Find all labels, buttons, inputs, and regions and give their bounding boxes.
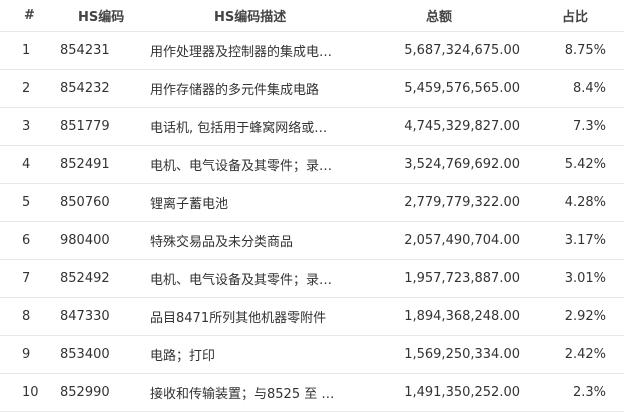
- table-row[interactable]: 7 852492 电机、电气设备及其零件；录… 1,957,723,887.00 3.0…: [0, 260, 624, 298]
- row-index: 8: [22, 309, 31, 324]
- row-hs-code: 850760: [60, 195, 110, 210]
- row-percentage: 2.3%: [572, 385, 606, 400]
- table-row[interactable]: 6 980400 特殊交易品及未分类商品 2,057,490,704.00 3.17%: [0, 222, 624, 260]
- row-percentage: 3.17%: [564, 233, 606, 248]
- row-hs-description: 用作存储器的多元件集成电路: [150, 83, 320, 98]
- header-percentage[interactable]: 占比: [520, 6, 606, 25]
- row-total: 1,491,350,252.00: [404, 385, 520, 400]
- row-hs-code: 852990: [60, 385, 110, 400]
- row-hs-code: 851779: [60, 119, 110, 134]
- row-total: 1,957,723,887.00: [404, 271, 520, 286]
- row-hs-description: 锂离子蓄电池: [150, 197, 229, 212]
- row-total: 4,745,329,827.00: [404, 119, 520, 134]
- row-index: 3: [22, 119, 31, 134]
- header-index[interactable]: #: [0, 8, 60, 23]
- table-row[interactable]: 5 850760 锂离子蓄电池 2,779,779,322.00 4.28%: [0, 184, 624, 222]
- row-hs-description: 电话机, 包括用于蜂窝网络或…: [150, 121, 328, 136]
- row-hs-code: 852491: [60, 157, 110, 172]
- row-total: 5,459,576,565.00: [404, 81, 520, 96]
- row-total: 2,057,490,704.00: [404, 233, 520, 248]
- row-hs-description: 品目8471所列其他机器零附件: [150, 311, 327, 326]
- hs-code-table: # HS编码 HS编码描述 总额 占比 1 854231 用作处理器及控制器的集成电…: [0, 0, 624, 412]
- table-row[interactable]: 8 847330 品目8471所列其他机器零附件 1,894,368,248.00 2.…: [0, 298, 624, 336]
- row-total: 2,779,779,322.00: [404, 195, 520, 210]
- row-index: 4: [22, 157, 31, 172]
- row-index: 2: [22, 81, 31, 96]
- row-percentage: 2.92%: [564, 309, 606, 324]
- row-total: 3,524,769,692.00: [404, 157, 520, 172]
- row-index: 9: [22, 347, 31, 362]
- table-row[interactable]: 4 852491 电机、电气设备及其零件；录… 3,524,769,692.00 5.4…: [0, 146, 624, 184]
- header-hs-code[interactable]: HS编码: [60, 6, 150, 25]
- row-percentage: 2.42%: [564, 347, 606, 362]
- row-index: 5: [22, 195, 31, 210]
- row-hs-description: 特殊交易品及未分类商品: [150, 235, 294, 250]
- row-percentage: 3.01%: [564, 271, 606, 286]
- row-percentage: 4.28%: [564, 195, 606, 210]
- row-hs-description: 电机、电气设备及其零件；录…: [150, 273, 333, 288]
- row-hs-code: 854231: [60, 43, 110, 58]
- row-total: 1,569,250,334.00: [404, 347, 520, 362]
- row-index: 1: [22, 43, 31, 58]
- row-hs-description: 电路；打印: [150, 349, 216, 364]
- row-total: 1,894,368,248.00: [404, 309, 520, 324]
- row-index: 10: [22, 385, 39, 400]
- row-hs-description: 用作处理器及控制器的集成电…: [150, 45, 333, 60]
- header-hs-description[interactable]: HS编码描述: [150, 6, 362, 25]
- row-hs-code: 854232: [60, 81, 110, 96]
- table-row[interactable]: 3 851779 电话机, 包括用于蜂窝网络或… 4,745,329,827.00 7.…: [0, 108, 624, 146]
- row-percentage: 8.75%: [564, 43, 606, 58]
- row-percentage: 7.3%: [572, 119, 606, 134]
- row-hs-description: 接收和传输装置；与8525 至 …: [150, 387, 335, 402]
- row-index: 7: [22, 271, 31, 286]
- table-row[interactable]: 1 854231 用作处理器及控制器的集成电… 5,687,324,675.00 8.7…: [0, 32, 624, 70]
- header-total[interactable]: 总额: [362, 6, 520, 25]
- row-index: 6: [22, 233, 31, 248]
- table-row[interactable]: 9 853400 电路；打印 1,569,250,334.00 2.42%: [0, 336, 624, 374]
- table-row[interactable]: 10 852990 接收和传输装置；与8525 至 … 1,491,350,252.0…: [0, 374, 624, 412]
- table-header-row: # HS编码 HS编码描述 总额 占比: [0, 0, 624, 32]
- row-total: 5,687,324,675.00: [404, 43, 520, 58]
- row-hs-code: 980400: [60, 233, 110, 248]
- table-body: 1 854231 用作处理器及控制器的集成电… 5,687,324,675.00 8.7…: [0, 32, 624, 412]
- row-hs-code: 853400: [60, 347, 110, 362]
- row-percentage: 8.4%: [572, 81, 606, 96]
- row-hs-code: 847330: [60, 309, 110, 324]
- table-row[interactable]: 2 854232 用作存储器的多元件集成电路 5,459,576,565.00 8.4%: [0, 70, 624, 108]
- row-percentage: 5.42%: [564, 157, 606, 172]
- row-hs-code: 852492: [60, 271, 110, 286]
- row-hs-description: 电机、电气设备及其零件；录…: [150, 159, 333, 174]
